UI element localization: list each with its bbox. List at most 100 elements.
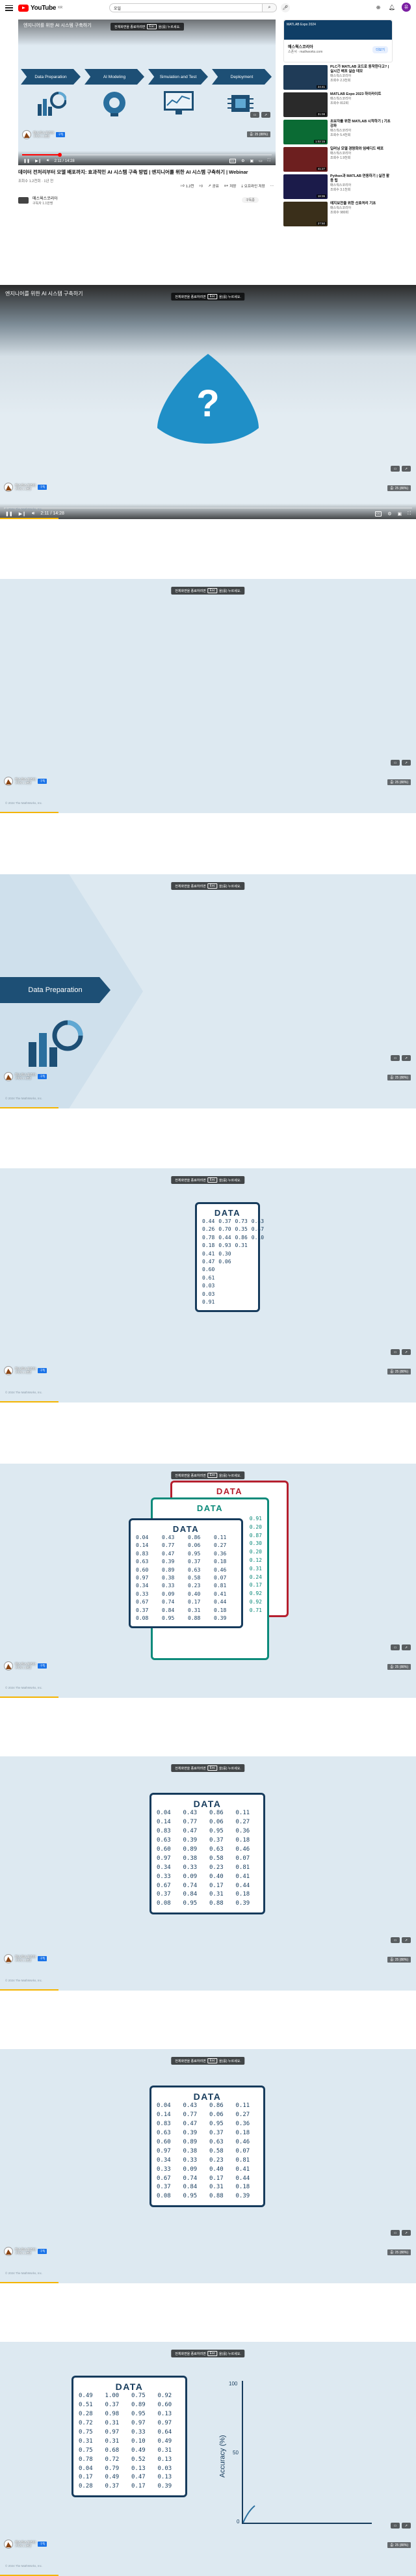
watermark-subscribe-button[interactable]: 구독 xyxy=(56,132,66,137)
data-cell: 0.31 xyxy=(79,2437,93,2445)
watermark-subscribe-button[interactable]: 구독 xyxy=(38,779,47,784)
youtube-logo[interactable]: YouTube KR xyxy=(18,4,62,12)
video-thumbnail[interactable]: 27:50 xyxy=(283,202,328,226)
channel-watermark[interactable]: 매스웍스코리아 구독자 1.1만명 구독 xyxy=(4,777,47,786)
like-button[interactable]: 👍︎ 1.2천 xyxy=(181,183,194,189)
video-player[interactable]: 엔지니어를 위한 AI 시스템 구축하기 전체화면을 종료하려면 Esc 을(를… xyxy=(18,20,276,165)
picture-in-picture-icon[interactable]: ▭ xyxy=(391,760,400,766)
next-icon[interactable]: ▶❙ xyxy=(35,159,42,163)
volume-icon[interactable]: 🔊︎ xyxy=(47,159,49,163)
subscribe-button[interactable]: 구독중 xyxy=(242,197,259,203)
progress-bar[interactable] xyxy=(4,507,412,509)
search-input[interactable] xyxy=(109,3,263,12)
fullscreen-frame[interactable]: ? ❚❚ ▶❙ 🔊︎ 2:11 / 14:28 CC ⚙ ▣ ⛶ 전체화면을 종료하려면 Esc 을(… xyxy=(0,285,416,519)
fullscreen-icon[interactable]: ⛶ xyxy=(268,159,270,163)
channel-watermark[interactable]: 매스웍스코리아 구독자 1.1만명 구독 xyxy=(4,1366,47,1375)
channel-watermark[interactable]: 매스웍스코리아 구독자 1.1만명 구독 xyxy=(4,483,47,492)
picture-in-picture-icon[interactable]: ▭ xyxy=(391,1937,400,1943)
download-button[interactable]: ⤓ 오프라인 저장 xyxy=(241,183,265,189)
recommended-video[interactable]: 41:27 딥러닝 모델 경량화와 임베디드 배포 매스웍스코리아 조회수 1.9천회 xyxy=(283,147,393,172)
share-icon[interactable]: ➚ xyxy=(402,2230,411,2236)
fullscreen-frame[interactable]: DATA 0.04 0.43 0.86 0.11 0.14 0.77 0.06 0.27 0.83… xyxy=(0,1756,416,1991)
share-icon[interactable]: ➚ xyxy=(402,1644,411,1650)
video-thumbnail[interactable]: 24:41 xyxy=(283,65,328,90)
picture-in-picture-icon[interactable]: ▭ xyxy=(391,1349,400,1355)
video-title[interactable]: Python과 MATLAB 연동하기 | 실전 활용 팁 xyxy=(330,174,393,183)
settings-icon[interactable]: ⚙ xyxy=(387,511,391,517)
watermark-subscribe-button[interactable]: 구독 xyxy=(38,2542,47,2547)
channel-name[interactable]: 매스웍스코리아 xyxy=(32,195,58,201)
sponsored-ad[interactable]: MATLAB Expo 2024 매스웍스코리아 스폰서 · mathworks… xyxy=(283,20,393,62)
pause-icon[interactable]: ❚❚ xyxy=(5,511,13,517)
data-cell xyxy=(218,1274,231,1282)
video-thumbnail[interactable]: 41:27 xyxy=(283,147,328,172)
account-avatar[interactable]: 유 xyxy=(402,3,411,12)
dislike-button[interactable]: 👎︎ xyxy=(199,183,203,189)
picture-in-picture-icon[interactable]: ▭ xyxy=(391,2523,400,2529)
settings-icon[interactable]: ⚙ xyxy=(241,159,244,163)
watermark-subscribe-button[interactable]: 구독 xyxy=(38,1074,47,1079)
channel-watermark[interactable]: 매스웍스코리아 구독자 1.1만명 구독 xyxy=(22,130,66,139)
video-title[interactable]: 초보자를 위한 MATLAB 시작하기 | 기초 강좌 xyxy=(330,120,393,129)
fullscreen-frame[interactable]: DATA 0.44 0.37 0.73 0.43 0.26 0.70 0.35 0.47 0.78… xyxy=(0,1168,416,1402)
share-icon[interactable]: ➚ xyxy=(402,2523,411,2529)
captions-icon[interactable]: CC xyxy=(374,511,382,517)
share-icon[interactable]: ➚ xyxy=(402,466,411,472)
share-button[interactable]: ➚ 공유 xyxy=(208,183,219,189)
volume-icon[interactable]: 🔊︎ xyxy=(32,511,34,517)
channel-logo[interactable] xyxy=(18,197,29,204)
fullscreen-frame[interactable]: DATA 0.04 0.43 0.86 0.11 0.14 0.77 0.06 0.27 0.83… xyxy=(0,2049,416,2283)
fullscreen-frame[interactable]: 전체화면을 종료하려면 Esc 을(를) 누르세요. 매스웍스코리아 구독자 1.1만명… xyxy=(0,579,416,813)
picture-in-picture-icon[interactable]: ▭ xyxy=(391,1055,400,1061)
watermark-subscribe-button[interactable]: 구독 xyxy=(38,2249,47,2254)
search-button[interactable]: ⌕ xyxy=(263,3,277,12)
recommended-video[interactable]: 18:36 Python과 MATLAB 연동하기 | 실전 활용 팁 매스웍스코리… xyxy=(283,174,393,199)
video-thumbnail[interactable]: 18:36 xyxy=(283,174,328,199)
miniplayer-icon[interactable]: ▣ xyxy=(250,159,254,163)
fullscreen-frame[interactable]: DATA 0.49 1.00 0.75 0.92 0.51 0.37 0.89 0.60 0.28… xyxy=(0,2342,416,2576)
voice-search-button[interactable]: 🎤︎ xyxy=(281,3,290,12)
menu-icon[interactable] xyxy=(5,5,13,11)
watermark-subscribe-button[interactable]: 구독 xyxy=(38,485,47,490)
watermark-subscribe-button[interactable]: 구독 xyxy=(38,1368,47,1373)
recommended-video[interactable]: 1:02:15 초보자를 위한 MATLAB 시작하기 | 기초 강좌 매스웍스코리… xyxy=(283,120,393,144)
more-actions-button[interactable]: ⋯ xyxy=(270,183,274,189)
share-icon[interactable]: ➚ xyxy=(402,1349,411,1355)
captions-icon[interactable]: CC xyxy=(229,159,237,163)
recommended-video[interactable]: 24:41 PLC가 MATLAB 코드로 동작한다고? | 실시간 배포 실습 … xyxy=(283,65,393,90)
channel-watermark[interactable]: 매스웍스코리아 구독자 1.1만명 구독 xyxy=(4,2247,47,2256)
share-icon[interactable]: ➚ xyxy=(402,760,411,766)
recommended-video[interactable]: 31:08 MATLAB Expo 2023 하이라이트 매스웍스코리아 조회수 81… xyxy=(283,92,393,117)
video-title[interactable]: PLC가 MATLAB 코드로 동작한다고? | 실시간 배포 실습 데모 xyxy=(330,65,393,74)
progress-scrubber[interactable] xyxy=(57,153,62,157)
video-thumbnail[interactable]: 31:08 xyxy=(283,92,328,117)
save-button[interactable]: ≡+ 저장 xyxy=(224,183,237,189)
pause-icon[interactable]: ❚❚ xyxy=(23,159,30,163)
share-icon[interactable]: ➚ xyxy=(402,1937,411,1943)
theater-icon[interactable]: ▭ xyxy=(259,159,263,163)
recommended-video[interactable]: 27:50 예지보전을 위한 신호처리 기초 매스웍스코리아 조회수 980회 xyxy=(283,202,393,226)
channel-watermark[interactable]: 매스웍스코리아 구독자 1.1만명 구독 xyxy=(4,1661,47,1670)
notifications-icon[interactable]: 🔔︎ xyxy=(388,3,396,11)
watermark-subscribe-button[interactable]: 구독 xyxy=(38,1663,47,1669)
channel-watermark[interactable]: 매스웍스코리아 구독자 1.1만명 구독 xyxy=(4,1072,47,1081)
picture-in-picture-icon[interactable]: ▭ xyxy=(391,1644,400,1650)
next-icon[interactable]: ▶❙ xyxy=(19,511,26,517)
channel-watermark[interactable]: 매스웍스코리아 구독자 1.1만명 구독 xyxy=(4,2540,47,2549)
miniplayer-icon[interactable]: ▣ xyxy=(397,511,402,517)
share-icon[interactable]: ➚ xyxy=(261,112,270,118)
fullscreen-frame[interactable]: Data Preparation 전체화면을 종료하려면 Esc 을(를) 누르세요.… xyxy=(0,874,416,1108)
share-icon[interactable]: ➚ xyxy=(402,1055,411,1061)
video-thumbnail[interactable]: 1:02:15 xyxy=(283,120,328,144)
channel-watermark[interactable]: 매스웍스코리아 구독자 1.1만명 구독 xyxy=(4,1954,47,1963)
picture-in-picture-icon[interactable]: ▭ xyxy=(391,466,400,472)
picture-in-picture-icon[interactable]: ▭ xyxy=(391,2230,400,2236)
picture-in-picture-icon[interactable]: ▭ xyxy=(250,112,259,118)
fullscreen-exit-icon[interactable]: ⛶ xyxy=(408,511,411,517)
watermark-subscribe-button[interactable]: 구독 xyxy=(38,1956,47,1961)
ad-cta-button[interactable]: 더보기 xyxy=(372,46,388,53)
data-table-card: DATA 0.49 1.00 0.75 0.92 0.51 0.37 0.89 0.60 0.28… xyxy=(72,2376,187,2498)
progress-bar[interactable] xyxy=(22,153,272,157)
fullscreen-frame[interactable]: DATA DATA 0.91 0.20 0.87 0.30 0.20 0.12 0.31 0.24… xyxy=(0,1464,416,1698)
create-video-icon[interactable]: ⊕ xyxy=(374,3,382,11)
